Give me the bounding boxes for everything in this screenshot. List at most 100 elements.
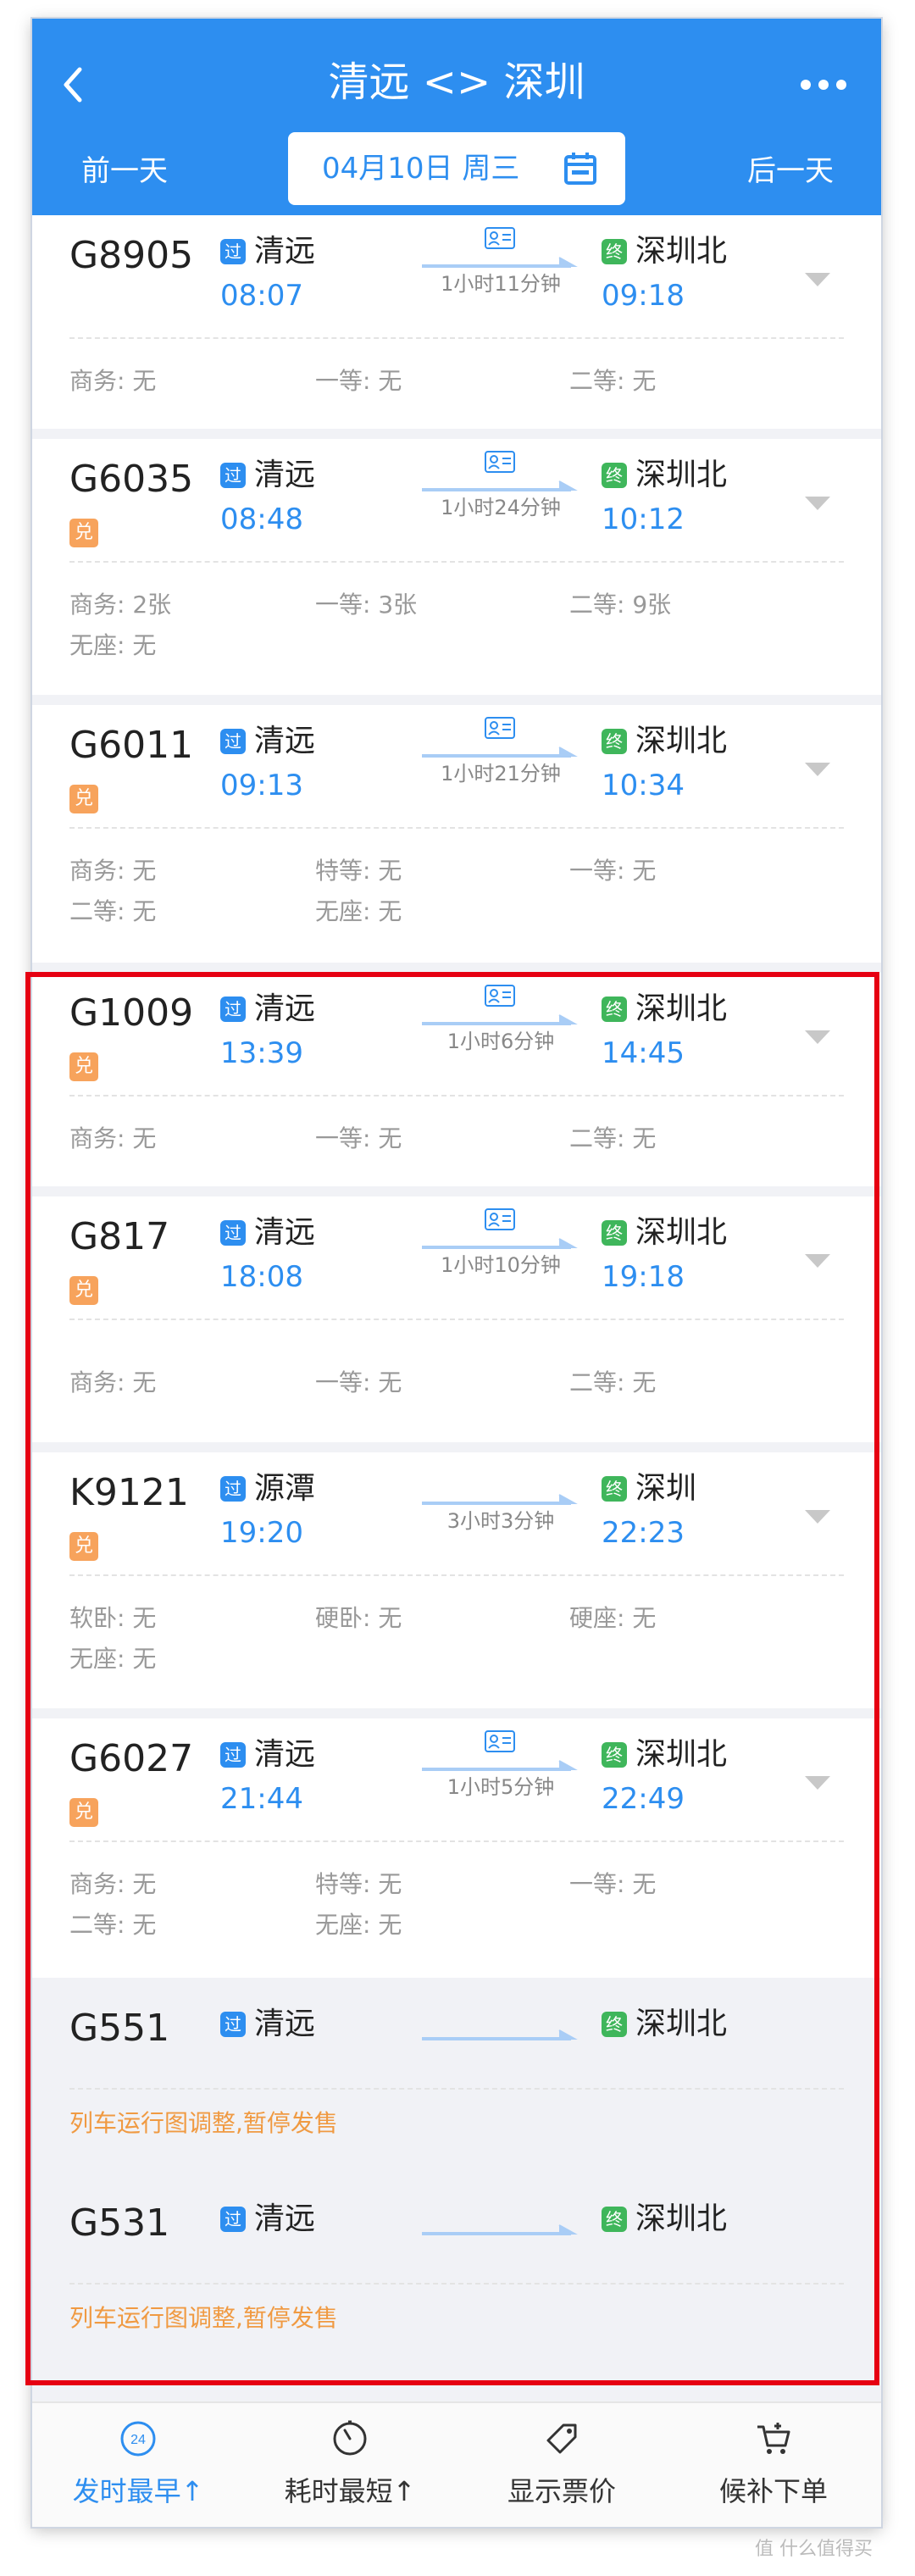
tab-show-price[interactable]: 显示票价	[456, 2403, 668, 2527]
pass-badge: 过	[220, 1220, 246, 1246]
id-card-icon	[485, 451, 515, 473]
from-station: 清远	[254, 2007, 316, 2041]
seat-availability: 二等: 无	[569, 367, 657, 395]
tab-label: 发时最早↑	[72, 2475, 204, 2507]
from-station: 清远	[254, 458, 316, 492]
tab-sort-duration[interactable]: 耗时最短↑	[244, 2403, 456, 2527]
departure-time: 13:39	[220, 1036, 303, 1070]
seat-availability: 软卧: 无	[69, 1604, 157, 1632]
clock-24-icon: 24	[120, 2421, 156, 2457]
watermark: 值 什么值得买	[755, 2539, 873, 2560]
dashed-divider	[69, 1095, 844, 1096]
terminal-badge: 终	[602, 729, 627, 754]
to-station: 深圳北	[635, 234, 728, 269]
train-card[interactable]: G6027 兑 过清远 终深圳北 1小时5分钟 21:44 22:49 商务: 无 特等: 无 一…	[32, 1718, 881, 1978]
dashed-divider	[69, 1840, 844, 1842]
from-station: 清远	[254, 234, 316, 269]
seat-availability: 商务: 无	[69, 367, 157, 395]
travel-duration: 1小时6分钟	[446, 1030, 555, 1053]
travel-duration: 1小时5分钟	[446, 1775, 555, 1799]
id-card-icon	[485, 985, 515, 1007]
train-card[interactable]: G6011 兑 过清远 终深圳北 1小时21分钟 09:13 10:34 商务: 无 特等: 无…	[32, 705, 881, 963]
pass-badge: 过	[220, 239, 246, 264]
arrival-time: 10:34	[602, 769, 685, 802]
exchange-badge: 兑	[69, 785, 98, 813]
pass-badge: 过	[220, 1476, 246, 1502]
seat-availability: 一等: 3张	[315, 591, 418, 619]
dashed-divider	[69, 827, 844, 829]
train-card[interactable]: G6035 兑 过清远 终深圳北 1小时24分钟 08:48 10:12 商务: 2张 一等: …	[32, 439, 881, 695]
tab-label: 显示票价	[507, 2475, 616, 2507]
tab-waitlist-order[interactable]: 候补下单	[668, 2403, 879, 2527]
from-station: 源潭	[254, 1471, 316, 1506]
expand-chevron-icon[interactable]	[805, 497, 830, 510]
pass-badge: 过	[220, 1742, 246, 1768]
train-number: G551	[69, 2007, 170, 2050]
departure-time: 21:44	[220, 1782, 303, 1816]
seat-availability: 商务: 无	[69, 1124, 157, 1152]
pass-badge: 过	[220, 2207, 246, 2232]
to-station: 深圳北	[635, 1215, 728, 1250]
travel-duration: 1小时24分钟	[441, 496, 561, 519]
id-card-icon	[485, 1730, 515, 1752]
train-number: G6027	[69, 1737, 194, 1780]
arrival-time: 22:23	[602, 1516, 685, 1550]
from-station: 清远	[254, 1737, 316, 1772]
train-number: G6011	[69, 724, 194, 767]
dashed-divider	[69, 2088, 844, 2090]
exchange-badge: 兑	[69, 519, 98, 547]
expand-chevron-icon[interactable]	[805, 273, 830, 286]
seat-availability: 特等: 无	[315, 1870, 402, 1898]
seat-availability: 无座: 无	[69, 631, 157, 659]
tab-label: 候补下单	[718, 2475, 828, 2507]
train-card: G531 过清远 终深圳北 列车运行图调整,暂停发售	[32, 2183, 881, 2368]
next-day-button[interactable]: 后一天	[747, 146, 834, 197]
train-number: G531	[69, 2201, 170, 2245]
train-card[interactable]: G817 兑 过清远 终深圳北 1小时10分钟 18:08 19:18 商务: 无 一等: 无 二…	[32, 1196, 881, 1442]
arrival-time: 19:18	[602, 1260, 685, 1294]
expand-chevron-icon[interactable]	[805, 763, 830, 776]
arrival-time: 10:12	[602, 502, 685, 536]
arrival-time: 09:18	[602, 279, 685, 313]
seat-availability: 二等: 无	[69, 897, 157, 925]
expand-chevron-icon[interactable]	[805, 1030, 830, 1044]
departure-time: 08:07	[220, 279, 303, 313]
route-arrow-icon	[422, 1760, 578, 1771]
dashed-divider	[69, 2283, 844, 2285]
exchange-badge: 兑	[69, 1276, 98, 1305]
prev-day-button[interactable]: 前一天	[81, 146, 168, 197]
expand-chevron-icon[interactable]	[805, 1510, 830, 1524]
more-button[interactable]	[790, 59, 857, 110]
expand-chevron-icon[interactable]	[805, 1254, 830, 1268]
to-station: 深圳	[635, 1471, 697, 1506]
train-card: G551 过清远 终深圳北 列车运行图调整,暂停发售	[32, 1988, 881, 2173]
route-arrow-icon	[422, 480, 578, 491]
seat-availability: 一等: 无	[315, 367, 402, 395]
terminal-badge: 终	[602, 463, 627, 488]
terminal-badge: 终	[602, 1742, 627, 1768]
id-card-icon	[485, 1208, 515, 1230]
train-card[interactable]: G1009 兑 过清远 终深圳北 1小时6分钟 13:39 14:45 商务: 无 一等: 无 二…	[32, 973, 881, 1186]
from-station: 清远	[254, 724, 316, 758]
departure-time: 09:13	[220, 769, 303, 802]
route-arrow-icon	[422, 2224, 578, 2235]
train-number: G1009	[69, 991, 194, 1035]
seat-availability: 硬卧: 无	[315, 1604, 402, 1632]
pass-badge: 过	[220, 997, 246, 1022]
train-number: G817	[69, 1215, 170, 1258]
clock-24-text: 24	[130, 2433, 146, 2447]
exchange-badge: 兑	[69, 1052, 98, 1081]
seat-availability: 商务: 无	[69, 1368, 157, 1396]
exchange-badge: 兑	[69, 1798, 98, 1827]
train-card[interactable]: K9121 兑 过源潭 终深圳 3小时3分钟 19:20 22:23 软卧: 无 硬卧: 无 硬座…	[32, 1452, 881, 1708]
to-station: 深圳北	[635, 1737, 728, 1772]
expand-chevron-icon[interactable]	[805, 1776, 830, 1790]
route-arrow-icon	[422, 1014, 578, 1025]
train-card[interactable]: G8905 过清远 终深圳北 1小时11分钟 08:07 09:18 商务: 无 一等: 无 二…	[32, 215, 881, 429]
tab-sort-departure[interactable]: 24 发时最早↑	[32, 2403, 244, 2527]
id-card-icon	[485, 717, 515, 739]
terminal-badge: 终	[602, 239, 627, 264]
date-picker[interactable]: 04月10日 周三	[288, 132, 625, 205]
page-title: 清远 <> 深圳	[328, 58, 585, 106]
route-arrow-icon	[422, 1494, 578, 1505]
